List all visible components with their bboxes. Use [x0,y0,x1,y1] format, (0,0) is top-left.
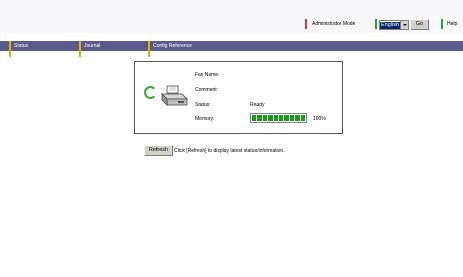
administrator-mode-link[interactable]: Administrator Mode [305,19,355,29]
status-value: Ready [250,102,265,108]
language-marker [375,19,377,29]
memory-segment [273,115,279,121]
memory-segment [257,115,262,121]
memory-segment [284,115,289,121]
memory-segment [279,115,284,121]
status-label: Status: [195,102,211,108]
tab-config-reference[interactable]: Config Reference [148,41,192,57]
nav-bar [0,41,463,51]
go-button[interactable]: Go [410,19,429,30]
language-selected-value: English [380,21,400,29]
refresh-button[interactable]: Refresh [144,145,173,156]
memory-segment [268,115,273,121]
help-label: Help [447,21,458,27]
tab-config-reference-label: Config Reference [153,43,192,49]
fax-machine-icon [161,85,188,106]
help-link[interactable]: Help [441,19,457,29]
memory-segment [252,115,257,121]
tab-status-label: Status [14,43,29,49]
refresh-hint: Click [Refresh] to display latest status… [174,148,285,154]
memory-segment [300,115,306,121]
memory-segment [262,115,268,121]
memory-segment [295,115,300,121]
memory-label: Memory: [195,116,215,122]
language-select[interactable]: English [379,20,409,30]
memory-segment [289,115,295,121]
tab-journal[interactable]: Journal [79,41,100,57]
refresh-cycle-icon [144,86,157,99]
administrator-mode-label: Administrator Mode [312,21,356,27]
tab-status[interactable]: Status [9,41,28,57]
tab-journal-label: Journal [84,43,101,49]
memory-progress-bar [250,113,307,123]
memory-percent: 100% [313,116,326,122]
comment-label: Comment: [195,87,219,93]
chevron-down-icon[interactable] [400,21,408,29]
fax-name-label: Fax Name: [195,72,220,78]
